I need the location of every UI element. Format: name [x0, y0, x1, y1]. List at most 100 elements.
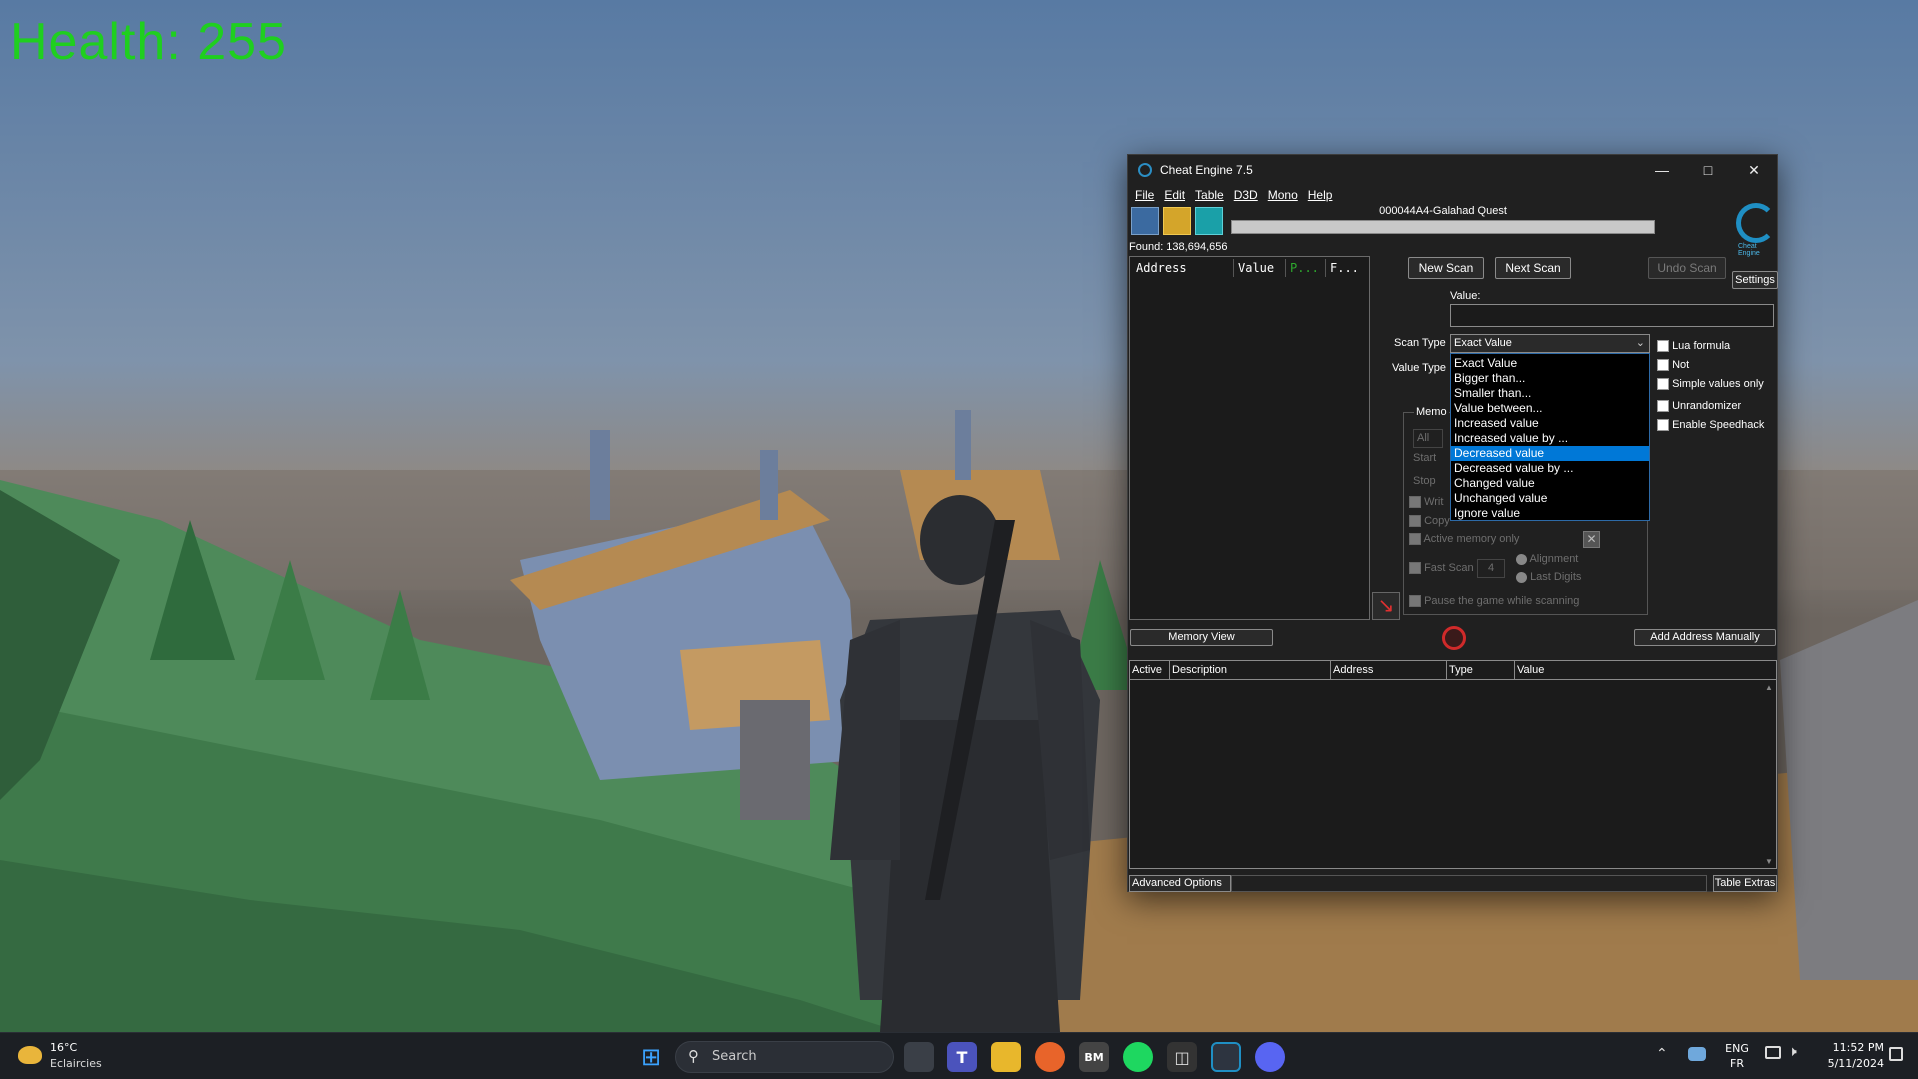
option-increased-value[interactable]: Increased value: [1451, 416, 1649, 431]
menu-mono[interactable]: Mono: [1263, 188, 1303, 202]
unrandomizer-checkbox[interactable]: [1657, 400, 1669, 413]
option-exact-value[interactable]: Exact Value: [1451, 356, 1649, 371]
value-input[interactable]: [1450, 304, 1774, 327]
option-value-between[interactable]: Value between...: [1451, 401, 1649, 416]
option-ignore-value[interactable]: Ignore value: [1451, 506, 1649, 521]
firefox-icon[interactable]: [1035, 1042, 1065, 1072]
menu-help[interactable]: Help: [1303, 188, 1338, 202]
volume-icon[interactable]: 🕨: [1788, 1044, 1797, 1060]
speedhack-option[interactable]: Enable Speedhack: [1657, 416, 1764, 435]
save-icon[interactable]: [1195, 207, 1223, 235]
pause-game-option[interactable]: Pause the game while scanning: [1409, 595, 1579, 608]
copy-on-write-option[interactable]: Copy: [1409, 515, 1450, 528]
lang-bottom[interactable]: FR: [1724, 1057, 1750, 1070]
minimize-icon[interactable]: —: [1639, 155, 1685, 185]
menu-file[interactable]: File: [1130, 188, 1159, 202]
col-first[interactable]: F...: [1328, 259, 1366, 277]
stop-icon[interactable]: [1442, 626, 1466, 650]
alignment-option[interactable]: Alignment: [1516, 553, 1578, 565]
clock-time[interactable]: 11:52 PM: [1814, 1041, 1884, 1054]
last-digits-option[interactable]: Last Digits: [1516, 571, 1581, 583]
last-digits-radio[interactable]: [1516, 571, 1527, 583]
option-changed-value[interactable]: Changed value: [1451, 476, 1649, 491]
active-memory-option[interactable]: Active memory only: [1409, 533, 1519, 546]
start-icon[interactable]: ⊞: [636, 1042, 666, 1072]
open-process-icon[interactable]: [1131, 207, 1159, 235]
teams-icon[interactable]: T: [947, 1042, 977, 1072]
unity-icon[interactable]: ◫: [1167, 1042, 1197, 1072]
address-table-scrollbar[interactable]: ▲ ▼: [1763, 683, 1775, 866]
lang-top[interactable]: ENG: [1724, 1042, 1750, 1055]
table-extras-button[interactable]: Table Extras: [1713, 875, 1777, 892]
lua-formula-checkbox[interactable]: [1657, 340, 1669, 353]
cheat-engine-taskbar-icon[interactable]: [1211, 1042, 1241, 1072]
weather-desc[interactable]: Eclaircies: [50, 1057, 102, 1070]
writable-checkbox[interactable]: [1409, 496, 1421, 509]
scan-type-dropdown-list[interactable]: Exact Value Bigger than... Smaller than.…: [1450, 353, 1650, 521]
clear-icon[interactable]: ✕: [1583, 531, 1600, 548]
col-address[interactable]: Address: [1134, 259, 1234, 277]
pause-game-checkbox[interactable]: [1409, 595, 1421, 608]
writable-option[interactable]: Writ: [1409, 496, 1443, 509]
spotify-icon[interactable]: [1123, 1042, 1153, 1072]
notification-icon[interactable]: [1889, 1047, 1903, 1061]
col-active[interactable]: Active: [1130, 661, 1170, 679]
window-titlebar[interactable]: Cheat Engine 7.5 — □ ✕: [1128, 155, 1777, 185]
menu-edit[interactable]: Edit: [1159, 188, 1190, 202]
weather-icon[interactable]: [18, 1046, 42, 1064]
simple-values-option[interactable]: Simple values only: [1657, 375, 1764, 394]
undo-scan-button[interactable]: Undo Scan: [1648, 257, 1726, 279]
advanced-options-button[interactable]: Advanced Options: [1129, 875, 1231, 892]
active-memory-checkbox[interactable]: [1409, 533, 1421, 546]
next-scan-button[interactable]: Next Scan: [1495, 257, 1571, 279]
search-box[interactable]: ⚲ Search: [675, 1041, 894, 1073]
add-address-manually-button[interactable]: Add Address Manually: [1634, 629, 1776, 646]
option-decreased-value[interactable]: Decreased value: [1451, 446, 1649, 461]
onedrive-icon[interactable]: [1688, 1047, 1706, 1061]
task-view-icon[interactable]: [904, 1042, 934, 1072]
col-description[interactable]: Description: [1170, 661, 1331, 679]
weather-temp[interactable]: 16°C: [50, 1041, 77, 1054]
option-decreased-value-by[interactable]: Decreased value by ...: [1451, 461, 1649, 476]
col-table-address[interactable]: Address: [1331, 661, 1447, 679]
close-icon[interactable]: ✕: [1731, 155, 1777, 185]
option-increased-value-by[interactable]: Increased value by ...: [1451, 431, 1649, 446]
simple-values-checkbox[interactable]: [1657, 378, 1669, 391]
scan-results-list[interactable]: Address Value P... F...: [1129, 256, 1370, 620]
scroll-up-icon[interactable]: ▲: [1763, 683, 1775, 692]
option-bigger-than[interactable]: Bigger than...: [1451, 371, 1649, 386]
scan-type-select[interactable]: Exact Value ⌄: [1450, 334, 1650, 353]
cheat-engine-big-logo-icon[interactable]: [1736, 203, 1776, 243]
settings-button[interactable]: Settings: [1732, 271, 1778, 289]
col-value[interactable]: Value: [1236, 259, 1286, 277]
clock-date[interactable]: 5/11/2024: [1814, 1057, 1884, 1070]
option-smaller-than[interactable]: Smaller than...: [1451, 386, 1649, 401]
speedhack-checkbox[interactable]: [1657, 419, 1669, 432]
memory-view-button[interactable]: Memory View: [1130, 629, 1273, 646]
not-option[interactable]: Not: [1657, 356, 1764, 375]
option-unchanged-value[interactable]: Unchanged value: [1451, 491, 1649, 506]
menu-table[interactable]: Table: [1190, 188, 1229, 202]
lua-formula-option[interactable]: Lua formula: [1657, 337, 1764, 356]
file-explorer-icon[interactable]: [991, 1042, 1021, 1072]
scroll-down-icon[interactable]: ▼: [1763, 857, 1775, 866]
chevron-up-icon[interactable]: ⌃: [1656, 1046, 1668, 1062]
col-table-value[interactable]: Value: [1515, 661, 1776, 679]
network-icon[interactable]: [1765, 1046, 1781, 1059]
address-table[interactable]: Active Description Address Type Value ▲ …: [1129, 660, 1777, 869]
not-checkbox[interactable]: [1657, 359, 1669, 372]
col-type[interactable]: Type: [1447, 661, 1515, 679]
menu-d3d[interactable]: D3D: [1229, 188, 1263, 202]
unrandomizer-option[interactable]: Unrandomizer: [1657, 397, 1764, 416]
copy-to-list-arrow-icon[interactable]: ↘: [1372, 592, 1400, 620]
fast-scan-option[interactable]: Fast Scan: [1409, 562, 1474, 575]
app-bm-icon[interactable]: BM: [1079, 1042, 1109, 1072]
col-previous[interactable]: P...: [1288, 259, 1326, 277]
new-scan-button[interactable]: New Scan: [1408, 257, 1484, 279]
memory-region-select[interactable]: All: [1413, 429, 1443, 448]
fast-scan-value-input[interactable]: 4: [1477, 559, 1505, 578]
alignment-radio[interactable]: [1516, 553, 1527, 565]
fast-scan-checkbox[interactable]: [1409, 562, 1421, 575]
discord-icon[interactable]: [1255, 1042, 1285, 1072]
open-file-icon[interactable]: [1163, 207, 1191, 235]
